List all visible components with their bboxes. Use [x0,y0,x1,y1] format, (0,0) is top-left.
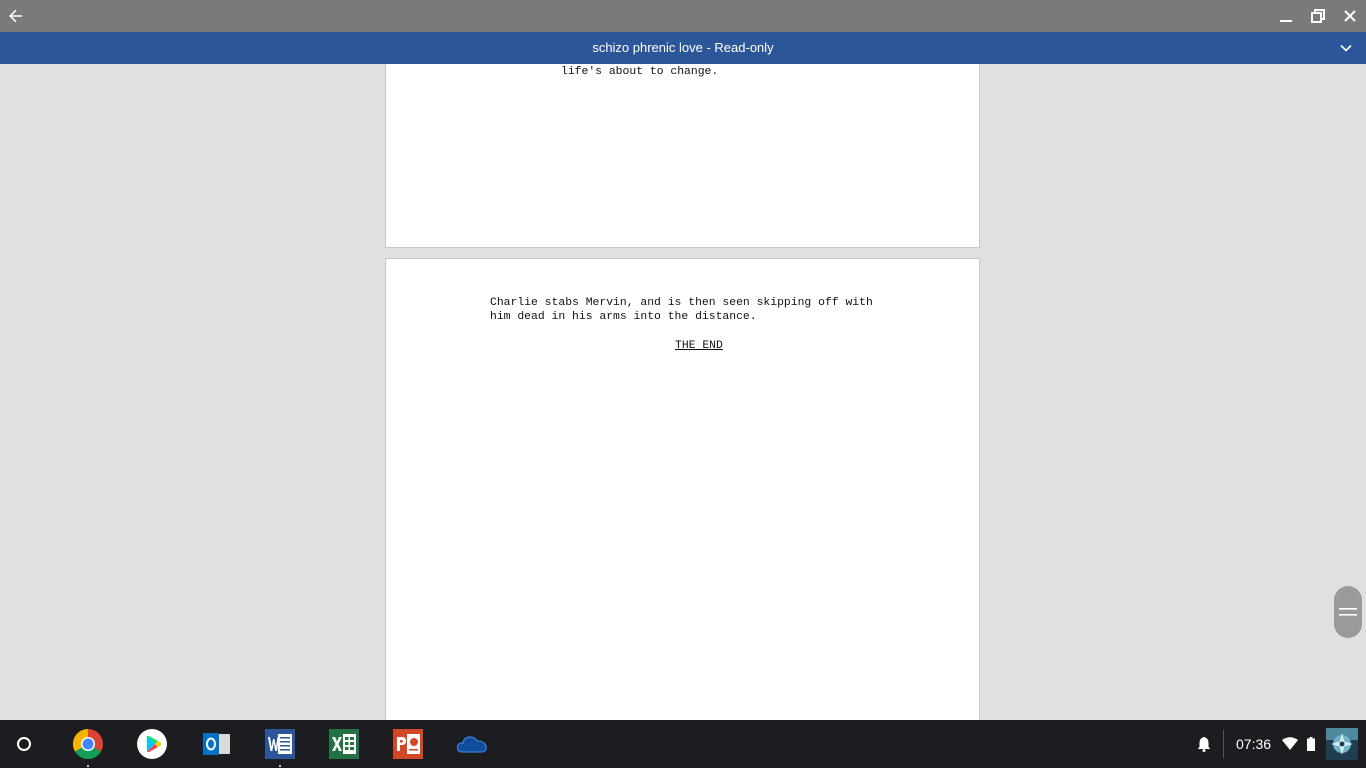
document-page-1: life's about to change. [385,64,980,248]
minimize-icon [1280,20,1292,22]
shelf: 07:36 [0,720,1366,768]
wifi-status[interactable] [1281,735,1299,753]
word-icon [265,729,295,759]
shelf-app-chrome[interactable] [72,728,104,767]
shelf-app-play-store[interactable] [136,728,168,760]
shelf-app-powerpoint[interactable] [392,728,424,760]
document-page-2: Charlie stabs Mervin, and is then seen s… [385,258,980,720]
minimize-button[interactable] [1270,0,1302,32]
close-button[interactable] [1334,0,1366,32]
arrow-left-icon [9,9,22,23]
notification-button[interactable] [1195,734,1213,754]
document-viewport[interactable]: life's about to change. Charlie stabs Me… [0,64,1366,720]
chevron-down-icon [1340,44,1352,52]
running-indicator [87,765,89,767]
launcher-circle-icon [17,737,31,751]
scroll-handle[interactable] [1334,586,1362,638]
shelf-app-word[interactable] [264,728,296,767]
outlook-icon [203,733,230,755]
chrome-icon [72,729,103,760]
document-title: schizo phrenic love - Read-only [592,40,774,55]
close-icon [1344,10,1356,22]
bell-icon [1198,737,1210,752]
drag-handle-icon [1339,608,1357,616]
battery-status[interactable] [1304,735,1318,753]
title-menu-button[interactable] [1330,32,1362,64]
clock[interactable]: 07:36 [1236,720,1271,768]
back-button[interactable] [0,0,32,32]
onedrive-icon [456,736,487,753]
action-paragraph: Charlie stabs Mervin, and is then seen s… [490,297,873,323]
window-frame [0,0,1366,32]
user-avatar-icon [1326,728,1358,760]
shelf-app-onedrive[interactable] [456,728,488,760]
document-title-bar: schizo phrenic love - Read-only [0,32,1366,64]
launcher-button[interactable] [8,728,40,760]
battery-icon [1307,737,1315,751]
dialogue-line: life's about to change. [561,66,719,78]
restore-button[interactable] [1302,0,1334,32]
user-avatar[interactable] [1326,728,1358,760]
tray-divider [1223,730,1224,758]
running-indicator [279,765,281,767]
play-store-icon [137,729,167,759]
the-end-transition: THE END [675,340,723,352]
shelf-app-excel[interactable] [328,728,360,760]
excel-icon [329,729,359,759]
restore-icon [1311,9,1325,23]
wifi-icon [1282,737,1298,750]
powerpoint-icon [393,729,423,759]
shelf-app-outlook[interactable] [200,728,232,760]
